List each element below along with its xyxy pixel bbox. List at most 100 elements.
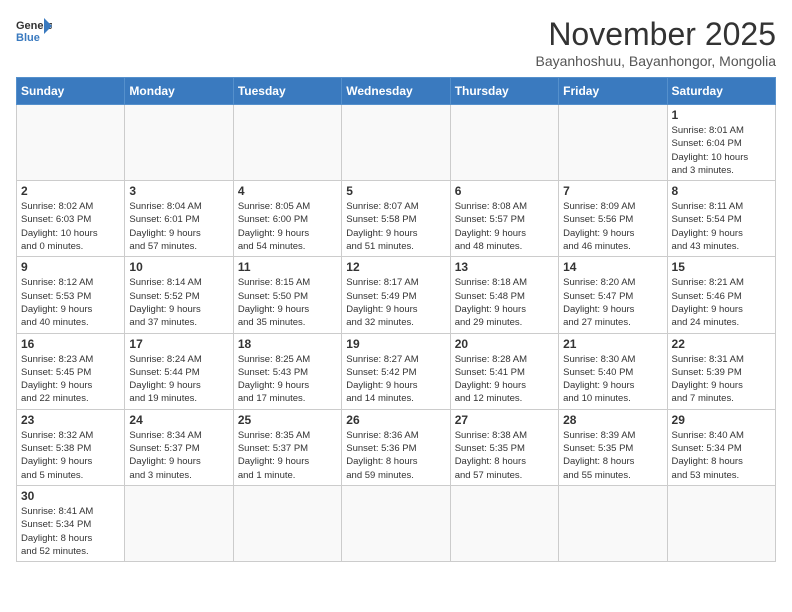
day-number: 5 [346,184,445,198]
day-info: Sunrise: 8:34 AM Sunset: 5:37 PM Dayligh… [129,429,228,482]
calendar-day-cell: 14Sunrise: 8:20 AM Sunset: 5:47 PM Dayli… [559,257,667,333]
day-header-wednesday: Wednesday [342,78,450,105]
day-info: Sunrise: 8:04 AM Sunset: 6:01 PM Dayligh… [129,200,228,253]
day-number: 3 [129,184,228,198]
calendar-week-row: 23 Sunrise: 8:32 AM Sunset: 5:38 PM Dayli… [17,409,776,485]
day-info: Sunrise: 8:02 AM Sunset: 6:03 PM Dayligh… [21,200,120,253]
day-info: Sunrise: 8:20 AM Sunset: 5:47 PM Dayligh… [563,276,662,329]
calendar-day-cell [450,105,558,181]
calendar-week-row: 16 Sunrise: 8:23 AM Sunset: 5:45 PM Dayli… [17,333,776,409]
calendar-day-cell: 11 Sunrise: 8:15 AM Sunset: 5:50 PM Dayli… [233,257,341,333]
day-info: Sunrise: 8:15 AM Sunset: 5:50 PM Dayligh… [238,276,337,329]
calendar-day-cell: 23 Sunrise: 8:32 AM Sunset: 5:38 PM Dayli… [17,409,125,485]
day-number: 10 [129,260,228,274]
calendar-day-cell [559,485,667,561]
logo: General Blue [16,16,52,46]
calendar-week-row: 30 Sunrise: 8:41 AM Sunset: 5:34 PM Dayli… [17,485,776,561]
day-number: 16 [21,337,120,351]
day-info: Sunrise: 8:27 AM Sunset: 5:42 PM Dayligh… [346,353,445,406]
calendar-day-cell: 18 Sunrise: 8:25 AM Sunset: 5:43 PM Dayli… [233,333,341,409]
calendar-day-cell [342,105,450,181]
day-header-friday: Friday [559,78,667,105]
calendar-day-cell [233,105,341,181]
day-info: Sunrise: 8:25 AM Sunset: 5:43 PM Dayligh… [238,353,337,406]
calendar-day-cell: 28Sunrise: 8:39 AM Sunset: 5:35 PM Dayli… [559,409,667,485]
calendar-day-cell [125,485,233,561]
calendar-day-cell: 26Sunrise: 8:36 AM Sunset: 5:36 PM Dayli… [342,409,450,485]
calendar-day-cell: 22 Sunrise: 8:31 AM Sunset: 5:39 PM Dayli… [667,333,775,409]
day-number: 20 [455,337,554,351]
day-number: 27 [455,413,554,427]
calendar-day-cell [342,485,450,561]
calendar-day-cell [559,105,667,181]
day-number: 2 [21,184,120,198]
day-info: Sunrise: 8:08 AM Sunset: 5:57 PM Dayligh… [455,200,554,253]
calendar-day-cell: 3 Sunrise: 8:04 AM Sunset: 6:01 PM Daylig… [125,181,233,257]
day-info: Sunrise: 8:01 AM Sunset: 6:04 PM Dayligh… [672,124,771,177]
day-info: Sunrise: 8:32 AM Sunset: 5:38 PM Dayligh… [21,429,120,482]
title-section: November 2025 Bayanhoshuu, Bayanhongor, … [535,16,776,69]
calendar-table: SundayMondayTuesdayWednesdayThursdayFrid… [16,77,776,562]
day-info: Sunrise: 8:23 AM Sunset: 5:45 PM Dayligh… [21,353,120,406]
day-number: 12 [346,260,445,274]
calendar-day-cell: 9 Sunrise: 8:12 AM Sunset: 5:53 PM Daylig… [17,257,125,333]
day-number: 25 [238,413,337,427]
day-info: Sunrise: 8:11 AM Sunset: 5:54 PM Dayligh… [672,200,771,253]
day-info: Sunrise: 8:40 AM Sunset: 5:34 PM Dayligh… [672,429,771,482]
day-info: Sunrise: 8:24 AM Sunset: 5:44 PM Dayligh… [129,353,228,406]
month-title: November 2025 [535,16,776,53]
day-number: 21 [563,337,662,351]
day-info: Sunrise: 8:21 AM Sunset: 5:46 PM Dayligh… [672,276,771,329]
calendar-day-cell [125,105,233,181]
calendar-day-cell: 12Sunrise: 8:17 AM Sunset: 5:49 PM Dayli… [342,257,450,333]
day-info: Sunrise: 8:28 AM Sunset: 5:41 PM Dayligh… [455,353,554,406]
day-info: Sunrise: 8:31 AM Sunset: 5:39 PM Dayligh… [672,353,771,406]
calendar-day-cell: 29Sunrise: 8:40 AM Sunset: 5:34 PM Dayli… [667,409,775,485]
calendar-day-cell: 4 Sunrise: 8:05 AM Sunset: 6:00 PM Daylig… [233,181,341,257]
day-header-saturday: Saturday [667,78,775,105]
day-number: 30 [21,489,120,503]
day-number: 17 [129,337,228,351]
calendar-week-row: 9 Sunrise: 8:12 AM Sunset: 5:53 PM Daylig… [17,257,776,333]
day-info: Sunrise: 8:05 AM Sunset: 6:00 PM Dayligh… [238,200,337,253]
calendar-day-cell: 17 Sunrise: 8:24 AM Sunset: 5:44 PM Dayli… [125,333,233,409]
day-number: 11 [238,260,337,274]
day-number: 18 [238,337,337,351]
day-number: 22 [672,337,771,351]
calendar-day-cell: 19 Sunrise: 8:27 AM Sunset: 5:42 PM Dayli… [342,333,450,409]
day-info: Sunrise: 8:30 AM Sunset: 5:40 PM Dayligh… [563,353,662,406]
calendar-day-cell: 25 Sunrise: 8:35 AM Sunset: 5:37 PM Dayli… [233,409,341,485]
day-number: 15 [672,260,771,274]
calendar-day-cell: 5 Sunrise: 8:07 AM Sunset: 5:58 PM Daylig… [342,181,450,257]
day-info: Sunrise: 8:18 AM Sunset: 5:48 PM Dayligh… [455,276,554,329]
calendar-day-cell [17,105,125,181]
logo-icon: General Blue [16,16,52,46]
day-info: Sunrise: 8:14 AM Sunset: 5:52 PM Dayligh… [129,276,228,329]
calendar-day-cell: 27 Sunrise: 8:38 AM Sunset: 5:35 PM Dayli… [450,409,558,485]
day-info: Sunrise: 8:36 AM Sunset: 5:36 PM Dayligh… [346,429,445,482]
day-number: 9 [21,260,120,274]
calendar-day-cell: 8Sunrise: 8:11 AM Sunset: 5:54 PM Daylig… [667,181,775,257]
day-number: 4 [238,184,337,198]
calendar-day-cell: 21 Sunrise: 8:30 AM Sunset: 5:40 PM Dayli… [559,333,667,409]
calendar-header-row: SundayMondayTuesdayWednesdayThursdayFrid… [17,78,776,105]
day-info: Sunrise: 8:07 AM Sunset: 5:58 PM Dayligh… [346,200,445,253]
day-info: Sunrise: 8:38 AM Sunset: 5:35 PM Dayligh… [455,429,554,482]
day-header-thursday: Thursday [450,78,558,105]
day-info: Sunrise: 8:35 AM Sunset: 5:37 PM Dayligh… [238,429,337,482]
calendar-day-cell: 6Sunrise: 8:08 AM Sunset: 5:57 PM Daylig… [450,181,558,257]
calendar-day-cell: 20 Sunrise: 8:28 AM Sunset: 5:41 PM Dayli… [450,333,558,409]
location-subtitle: Bayanhoshuu, Bayanhongor, Mongolia [535,53,776,69]
day-info: Sunrise: 8:41 AM Sunset: 5:34 PM Dayligh… [21,505,120,558]
calendar-day-cell: 24 Sunrise: 8:34 AM Sunset: 5:37 PM Dayli… [125,409,233,485]
day-number: 24 [129,413,228,427]
day-info: Sunrise: 8:12 AM Sunset: 5:53 PM Dayligh… [21,276,120,329]
calendar-day-cell [450,485,558,561]
day-header-tuesday: Tuesday [233,78,341,105]
day-number: 1 [672,108,771,122]
day-number: 19 [346,337,445,351]
day-info: Sunrise: 8:09 AM Sunset: 5:56 PM Dayligh… [563,200,662,253]
calendar-day-cell: 7Sunrise: 8:09 AM Sunset: 5:56 PM Daylig… [559,181,667,257]
day-number: 13 [455,260,554,274]
day-number: 23 [21,413,120,427]
